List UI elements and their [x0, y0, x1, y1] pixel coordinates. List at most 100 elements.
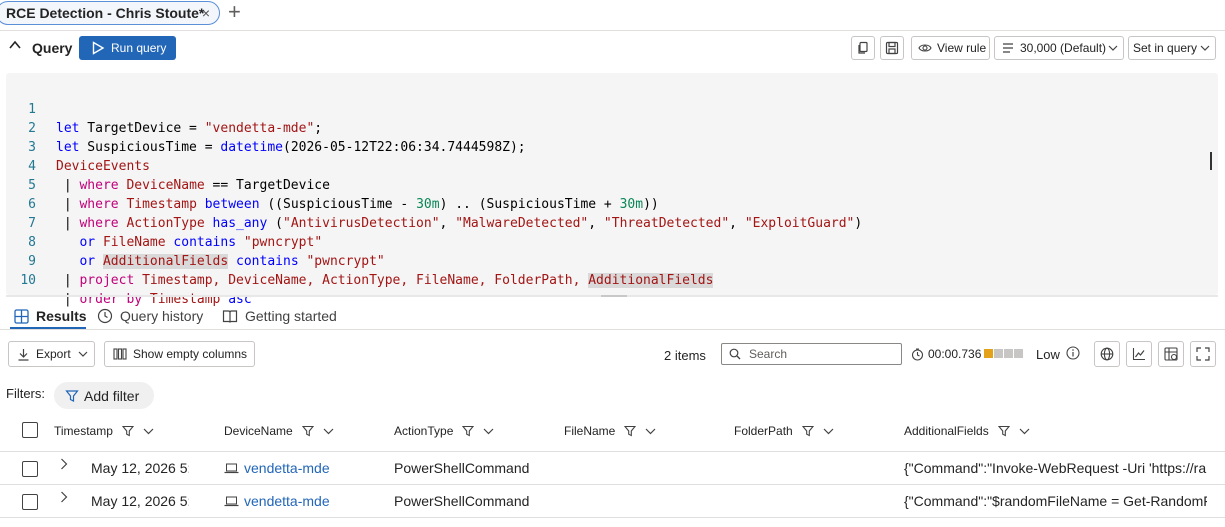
table-settings-icon — [1164, 347, 1178, 361]
filter-icon[interactable] — [624, 425, 637, 437]
filter-icon[interactable] — [462, 425, 475, 437]
chevron-right-icon[interactable] — [60, 490, 68, 506]
tab-query-history[interactable]: Query history — [97, 304, 203, 328]
query-section-title: Query — [32, 40, 73, 56]
usage-bar-empty — [994, 349, 1003, 358]
cell-additionalfields: {"Command":"$randomFileName = Get-Random… — [904, 493, 1207, 509]
usage-bar-empty — [1014, 349, 1023, 358]
show-empty-columns-button[interactable]: Show empty columns — [104, 341, 255, 367]
device-link-text[interactable]: vendetta-mde — [244, 493, 330, 509]
view-rule-button[interactable]: View rule — [911, 36, 990, 60]
row-limit-value: 30,000 (Default) — [1020, 41, 1107, 55]
search-icon — [729, 348, 741, 360]
table-row[interactable]: May 12, 2026 5:06:35 vendetta-mde PowerS… — [0, 485, 1225, 518]
cell-additionalfields: {"Command":"Invoke-WebRequest -Uri 'http… — [904, 460, 1207, 476]
chevron-down-icon — [1200, 43, 1210, 53]
laptop-icon — [224, 463, 239, 473]
chevron-down-icon — [1108, 43, 1118, 53]
column-header-actiontype[interactable]: ActionType — [394, 424, 494, 438]
search-input[interactable]: Search — [721, 343, 902, 365]
chevron-down-icon[interactable] — [1019, 428, 1030, 435]
query-duration: 00:00.736 — [911, 347, 981, 361]
column-header-filename[interactable]: FileName — [564, 424, 656, 438]
editor-resize-handle[interactable] — [6, 295, 1218, 297]
resize-grip[interactable] — [601, 295, 627, 297]
tab-getting-started[interactable]: Getting started — [222, 304, 337, 328]
query-tab[interactable]: RCE Detection - Chris Stoute* × — [0, 1, 220, 25]
column-label: Timestamp — [54, 424, 113, 438]
query-editor[interactable]: 1 let TargetDevice = "vendetta-mde"; 2 l… — [6, 73, 1218, 307]
filter-icon[interactable] — [121, 425, 134, 437]
new-tab-icon[interactable]: + — [228, 1, 241, 23]
tab-getting-started-label: Getting started — [245, 308, 337, 324]
row-checkbox[interactable] — [22, 461, 38, 477]
chevron-up-icon[interactable] — [8, 38, 22, 52]
chevron-down-icon[interactable] — [645, 428, 656, 435]
column-header-timestamp[interactable]: Timestamp — [54, 424, 154, 438]
stopwatch-icon — [911, 347, 924, 361]
code-line: 8 or AdditionalFields contains "pwncrypt… — [6, 214, 1206, 269]
time-range-dropdown[interactable]: Set in query — [1128, 36, 1216, 60]
chevron-right-icon[interactable] — [60, 457, 68, 473]
filter-icon — [65, 389, 79, 402]
resource-usage-label: Low — [1036, 347, 1060, 362]
code-line: 9 | project Timestamp, DeviceName, Actio… — [6, 233, 1206, 288]
usage-bar-empty — [1004, 349, 1013, 358]
chevron-down-icon[interactable] — [483, 428, 494, 435]
chevron-down-icon[interactable] — [143, 428, 154, 435]
cell-devicename[interactable]: vendetta-mde — [224, 493, 330, 509]
row-checkbox[interactable] — [22, 494, 38, 510]
customize-columns-button[interactable] — [1158, 341, 1184, 367]
column-header-devicename[interactable]: DeviceName — [224, 424, 334, 438]
filter-icon[interactable] — [801, 425, 814, 437]
eye-icon — [918, 42, 932, 54]
chart-view-button[interactable] — [1126, 341, 1152, 367]
code-line: 4 | where DeviceName == TargetDevice — [6, 138, 1206, 193]
save-query-button[interactable] — [880, 36, 904, 60]
results-tabs: Results Query history Getting started — [0, 300, 1225, 330]
resource-usage-bars — [984, 349, 1024, 358]
table-icon — [14, 308, 29, 324]
column-label: AdditionalFields — [904, 424, 989, 438]
play-icon — [92, 41, 105, 55]
line-number: 10 — [20, 273, 36, 288]
column-header-additionalfields[interactable]: AdditionalFields — [904, 424, 1030, 438]
select-all-checkbox[interactable] — [22, 422, 38, 438]
table-header: Timestamp DeviceName ActionType FileName… — [0, 416, 1225, 452]
filter-icon[interactable] — [301, 425, 314, 437]
table-row[interactable]: May 12, 2026 5:06:34 vendetta-mde PowerS… — [0, 452, 1225, 485]
filters-label: Filters: — [6, 386, 45, 401]
column-label: FileName — [564, 424, 616, 438]
tab-query-history-label: Query history — [120, 308, 204, 324]
text-cursor — [1210, 152, 1212, 170]
chevron-down-icon[interactable] — [823, 428, 834, 435]
add-filter-button[interactable]: Add filter — [54, 382, 154, 409]
filter-icon[interactable] — [997, 425, 1010, 437]
cell-timestamp: May 12, 2026 5:06:34 — [91, 460, 189, 476]
duration-value: 00:00.736 — [928, 347, 982, 361]
chevron-down-icon — [78, 349, 88, 359]
column-header-folderpath[interactable]: FolderPath — [734, 424, 834, 438]
tab-bar: RCE Detection - Chris Stoute* × + — [0, 0, 1225, 31]
copy-query-button[interactable] — [851, 36, 875, 60]
copy-icon — [858, 41, 868, 54]
fullscreen-button[interactable] — [1190, 341, 1216, 367]
globe-view-button[interactable] — [1094, 341, 1120, 367]
code-line: 1 let TargetDevice = "vendetta-mde"; — [6, 81, 1206, 136]
device-link-text[interactable]: vendetta-mde — [244, 460, 330, 476]
tab-results[interactable]: Results — [14, 304, 87, 328]
code-token: AdditionalFields — [588, 273, 714, 288]
run-query-button[interactable]: Run query — [79, 36, 176, 60]
cell-devicename[interactable]: vendetta-mde — [224, 460, 330, 476]
code-line: 6 | where ActionType has_any ("Antivirus… — [6, 176, 1206, 231]
column-label: DeviceName — [224, 424, 293, 438]
info-icon[interactable] — [1066, 346, 1080, 363]
export-button[interactable]: Export — [8, 341, 95, 367]
row-limit-dropdown[interactable]: 30,000 (Default) — [994, 36, 1124, 60]
globe-icon — [1100, 347, 1114, 361]
items-count: 2 items — [664, 348, 706, 363]
cell-actiontype: PowerShellCommand — [394, 460, 530, 476]
chevron-down-icon[interactable] — [323, 428, 334, 435]
close-tab-icon[interactable]: × — [202, 5, 210, 21]
add-filter-label: Add filter — [84, 387, 140, 404]
